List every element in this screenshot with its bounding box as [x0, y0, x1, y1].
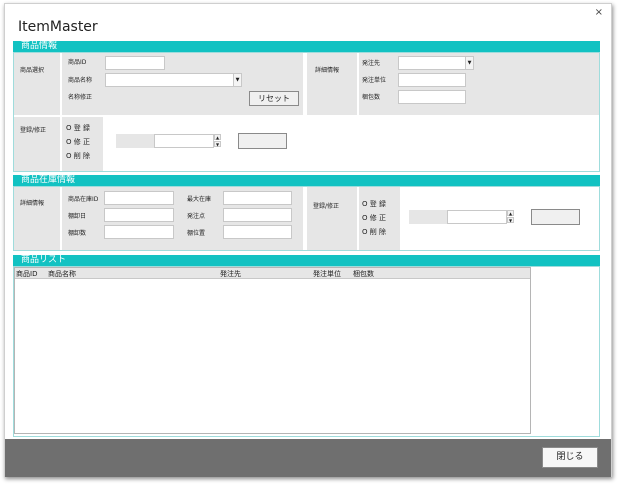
column-header-id[interactable]: 商品ID [16, 269, 37, 279]
stock-spin-up-icon[interactable]: ▲ [507, 210, 514, 216]
close-button[interactable]: 閉じる [542, 447, 598, 468]
radio-modify[interactable]: O 修 正 [66, 137, 90, 147]
order-unit-input[interactable] [398, 73, 466, 87]
stock-details-label: 詳細情報 [20, 200, 45, 207]
spin-down-icon[interactable]: ▼ [214, 141, 221, 147]
id-label: 商品ID [68, 59, 87, 66]
shelf-date-input[interactable] [104, 208, 174, 222]
shelf-date-label: 棚卸日 [68, 213, 87, 220]
order-unit-label: 発注単位 [362, 77, 387, 84]
item-master-window: ItemMaster × 商品情報 商品選択 商品ID 商品名称 ▼ 名称修正 … [4, 3, 612, 477]
stock-details-label-cell [14, 187, 60, 250]
stock-spin-down-icon[interactable]: ▼ [507, 217, 514, 223]
column-header-pack-count[interactable]: 梱包数 [353, 269, 374, 279]
window-title: ItemMaster [18, 19, 98, 35]
pack-count-input[interactable] [398, 90, 466, 104]
stock-info-header: 商品在庫情報 [13, 175, 600, 186]
number-spinner-input[interactable] [154, 134, 214, 148]
list-column-header: 商品ID 商品名称 発注先 発注単位 梱包数 [15, 268, 530, 279]
product-action-button[interactable] [238, 133, 287, 149]
stock-radio-register[interactable]: O 登 録 [362, 199, 386, 209]
stock-radio-delete[interactable]: O 削 除 [362, 227, 386, 237]
reorder-point-label: 発注点 [187, 213, 206, 220]
reorder-point-input[interactable] [223, 208, 292, 222]
select-label: 商品選択 [20, 67, 45, 74]
select-label-cell [14, 53, 60, 115]
supplier-label: 発注先 [362, 60, 381, 67]
details-area [359, 53, 599, 115]
details-label: 詳細情報 [315, 67, 340, 74]
product-id-input[interactable] [105, 56, 165, 70]
stock-register-label-cell [307, 187, 357, 250]
reset-button[interactable]: リセット [249, 91, 299, 106]
column-header-name[interactable]: 商品名称 [48, 269, 76, 279]
stock-id-label: 商品在庫ID [68, 196, 99, 203]
stock-spin-prefix [409, 210, 447, 224]
product-list-table[interactable]: 商品ID 商品名称 発注先 発注単位 梱包数 [14, 267, 531, 434]
shelf-count-label: 棚卸数 [68, 230, 87, 237]
spin-prefix [116, 134, 154, 148]
shelf-count-input[interactable] [104, 225, 174, 239]
chevron-down-icon[interactable]: ▼ [465, 57, 473, 69]
stock-number-spinner-input[interactable] [447, 210, 507, 224]
details-label-cell [307, 53, 357, 115]
product-info-header: 商品情報 [13, 41, 600, 52]
stock-register-label: 登録/修正 [313, 203, 340, 210]
column-header-order-unit[interactable]: 発注単位 [313, 269, 341, 279]
chevron-down-icon[interactable]: ▼ [233, 74, 241, 86]
stock-radio-modify[interactable]: O 修 正 [362, 213, 386, 223]
footer-bar [5, 439, 611, 477]
stock-id-input[interactable] [104, 191, 174, 205]
product-name-select[interactable]: ▼ [105, 73, 242, 87]
pack-count-label: 梱包数 [362, 94, 381, 101]
supplier-select[interactable]: ▼ [398, 56, 474, 70]
name-label: 商品名称 [68, 77, 93, 84]
register-label: 登録/修正 [20, 127, 47, 134]
radio-register[interactable]: O 登 録 [66, 123, 90, 133]
spin-up-icon[interactable]: ▲ [214, 134, 221, 140]
radio-delete[interactable]: O 削 除 [66, 151, 90, 161]
column-header-supplier[interactable]: 発注先 [220, 269, 241, 279]
rename-label: 名称修正 [68, 94, 93, 101]
stock-action-button[interactable] [531, 209, 580, 225]
max-stock-input[interactable] [223, 191, 292, 205]
close-icon[interactable]: × [595, 7, 603, 18]
product-list-header: 商品リスト [13, 255, 600, 266]
location-label: 棚位置 [187, 230, 206, 237]
location-input[interactable] [223, 225, 292, 239]
max-stock-label: 最大在庫 [187, 196, 212, 203]
